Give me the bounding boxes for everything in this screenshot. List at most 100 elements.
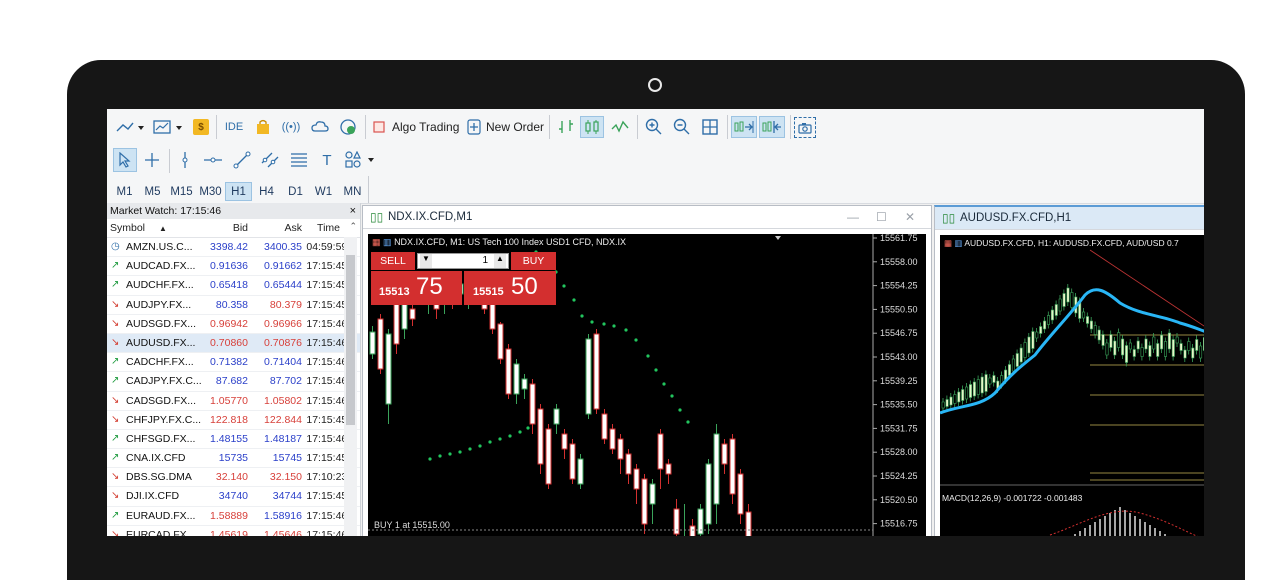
text-tool-icon[interactable]: T (317, 150, 337, 170)
market-watch-row[interactable]: ↘ AUDJPY.FX... 80.358 80.379 17:15:45... (107, 296, 360, 315)
scroll-up-icon[interactable]: ⌃ (349, 221, 357, 232)
market-watch-row[interactable]: ↗ CNA.IX.CFD 15735 15745 17:15:45... (107, 449, 360, 469)
market-watch-row[interactable]: ↘ DJI.IX.CFD 34740 34744 17:15:45... (107, 487, 360, 507)
bid-cell: 1.05770 (210, 394, 248, 407)
fibonacci-icon[interactable] (288, 150, 310, 170)
buy-button[interactable]: BUY (511, 252, 556, 270)
trendline-icon[interactable] (231, 150, 253, 170)
timeframe-mn[interactable]: MN (339, 182, 366, 201)
timeframe-m5[interactable]: M5 (139, 182, 166, 201)
column-bid[interactable]: Bid (233, 222, 248, 234)
volume-down-icon[interactable]: ▼ (420, 254, 432, 268)
candlestick-icon: ▯▯ (370, 210, 384, 224)
volume-stepper[interactable]: ▼ 1 ▲ (417, 253, 509, 269)
market-watch-row[interactable]: ↘ DBS.SG.DMA 32.140 32.150 17:10:23... (107, 468, 360, 488)
market-watch-row[interactable]: ↗ CADJPY.FX.C... 87.682 87.702 17:15:46... (107, 372, 360, 392)
market-watch-row[interactable]: ↘ AUDUSD.FX... 0.70860 0.70876 17:15:46... (107, 333, 360, 354)
chart-shift-icon[interactable] (731, 116, 757, 138)
arrow-down-icon: ↘ (111, 317, 120, 329)
chart-canvas-ndx[interactable]: 15561.75 15558.00 15554.25 15550.50 15546.75… (368, 234, 926, 536)
timeframe-m30[interactable]: M30 (197, 182, 224, 201)
sell-button[interactable]: SELL (371, 252, 415, 270)
dollar-icon[interactable]: $ (193, 119, 209, 135)
ask-cell: 1.45646 (264, 528, 302, 536)
horizontal-line-icon[interactable] (202, 150, 224, 170)
market-watch-row[interactable]: ↘ CHFJPY.FX.C... 122.818 122.844 17:15:45... (107, 411, 360, 430)
candle-body (537, 408, 544, 465)
ask-cell: 0.65444 (264, 279, 302, 292)
market-watch-scrollbar[interactable] (344, 237, 357, 536)
timeframe-d1[interactable]: D1 (282, 182, 309, 201)
vertical-line-icon[interactable] (175, 150, 195, 170)
column-time[interactable]: Time (317, 222, 340, 234)
symbol-cell: CNA.IX.CFD (126, 452, 186, 465)
algo-trading-icon[interactable] (373, 121, 385, 133)
minimize-icon[interactable]: — (847, 206, 859, 228)
ask-cell: 0.70876 (264, 336, 302, 349)
timeframe-w1[interactable]: W1 (310, 182, 337, 201)
psar-dot (428, 457, 432, 461)
volume-up-icon[interactable]: ▲ (494, 254, 506, 268)
market-watch-row[interactable]: ↘ CADSGD.FX... 1.05770 1.05802 17:15:46... (107, 392, 360, 411)
screenshot-camera-icon[interactable] (794, 117, 816, 138)
candle-body (1047, 315, 1051, 325)
line-chart-icon[interactable] (610, 118, 630, 136)
algo-trading-button[interactable]: Algo Trading (392, 120, 459, 134)
psar-dot (624, 328, 628, 332)
close-icon[interactable]: ✕ (905, 206, 915, 228)
shapes-icon[interactable] (343, 150, 379, 170)
candlestick-icon[interactable] (580, 116, 604, 138)
sort-up-icon: ▲ (159, 224, 167, 233)
market-watch-row[interactable]: ↘ AUDSGD.FX... 0.96942 0.96966 17:15:46... (107, 315, 360, 334)
market-bag-icon[interactable] (254, 118, 272, 136)
community-globe-icon[interactable] (338, 118, 358, 136)
bar-chart-icon[interactable] (556, 118, 576, 136)
clock-icon: ◷ (111, 241, 120, 252)
market-watch-row[interactable]: ↗ CADCHF.FX... 0.71382 0.71404 17:15:46... (107, 353, 360, 373)
market-watch-row[interactable]: ↘ EURCAD.FX... 1.45619 1.45646 17:15:46... (107, 526, 360, 536)
buy-price-button[interactable]: 15515 50 (464, 271, 556, 305)
market-watch-columns: Symbol ▲ Bid Ask Time ⌃ (107, 219, 360, 238)
timeframe-h4[interactable]: H4 (253, 182, 280, 201)
grid-icon: ▦ (944, 238, 953, 248)
market-watch-row[interactable]: ↗ AUDCHF.FX... 0.65418 0.65444 17:15:45... (107, 276, 360, 296)
position-label: BUY 1 at 15515.00 (374, 520, 450, 530)
cursor-icon[interactable] (113, 148, 137, 172)
channel-icon[interactable] (259, 150, 281, 170)
candle-body (1011, 358, 1015, 372)
indicators-icon[interactable] (152, 118, 186, 136)
timeframe-h1[interactable]: H1 (225, 182, 252, 201)
arrow-down-icon: ↘ (111, 298, 120, 310)
chart-info-line: ▦ ▥ AUDUSD.FX.CFD, H1: AUDUSD.FX.CFD, AU… (944, 238, 1179, 249)
volume-input[interactable]: 1 (482, 255, 488, 266)
candle-body (369, 331, 376, 355)
candle-body (1015, 353, 1019, 367)
chart-canvas-audusd[interactable]: ▦ ▥ AUDUSD.FX.CFD, H1: AUDUSD.FX.CFD, AU… (940, 235, 1204, 536)
ide-button[interactable]: IDE (223, 119, 245, 135)
market-watch-row[interactable]: ◷ AMZN.US.C... 3398.42 3400.35 04:59:59... (107, 238, 360, 258)
market-watch-row[interactable]: ↗ CHFSGD.FX... 1.48155 1.48187 17:15:46... (107, 430, 360, 450)
zoom-out-icon[interactable] (672, 118, 692, 136)
psar-dot (562, 284, 566, 288)
price-tick-label: 15539.25 (880, 376, 918, 386)
new-order-button[interactable]: New Order (486, 120, 544, 134)
column-symbol[interactable]: Symbol (110, 222, 145, 234)
column-ask[interactable]: Ask (284, 222, 302, 234)
maximize-icon[interactable]: ☐ (876, 206, 887, 228)
timeframe-m15[interactable]: M15 (168, 182, 195, 201)
crosshair-icon[interactable] (142, 150, 162, 170)
vps-cloud-icon[interactable] (310, 118, 330, 136)
market-watch-row[interactable]: ↗ EURAUD.FX... 1.58889 1.58916 17:15:46... (107, 507, 360, 526)
signals-icon[interactable]: ((•)) (280, 118, 302, 136)
sell-price-button[interactable]: 15513 75 (371, 271, 462, 305)
symbol-cell: AUDCAD.FX... (126, 260, 196, 273)
auto-scroll-icon[interactable] (759, 116, 785, 138)
market-watch-row[interactable]: ↗ AUDCAD.FX... 0.91636 0.91662 17:15:45... (107, 257, 360, 277)
timeframe-m1[interactable]: M1 (111, 182, 138, 201)
tile-windows-icon[interactable] (700, 118, 720, 136)
chart-type-icon[interactable] (115, 118, 145, 136)
zoom-in-icon[interactable] (644, 118, 664, 136)
close-icon[interactable]: × (350, 203, 356, 219)
scrollbar-thumb[interactable] (346, 255, 355, 425)
new-order-icon[interactable] (467, 119, 481, 135)
